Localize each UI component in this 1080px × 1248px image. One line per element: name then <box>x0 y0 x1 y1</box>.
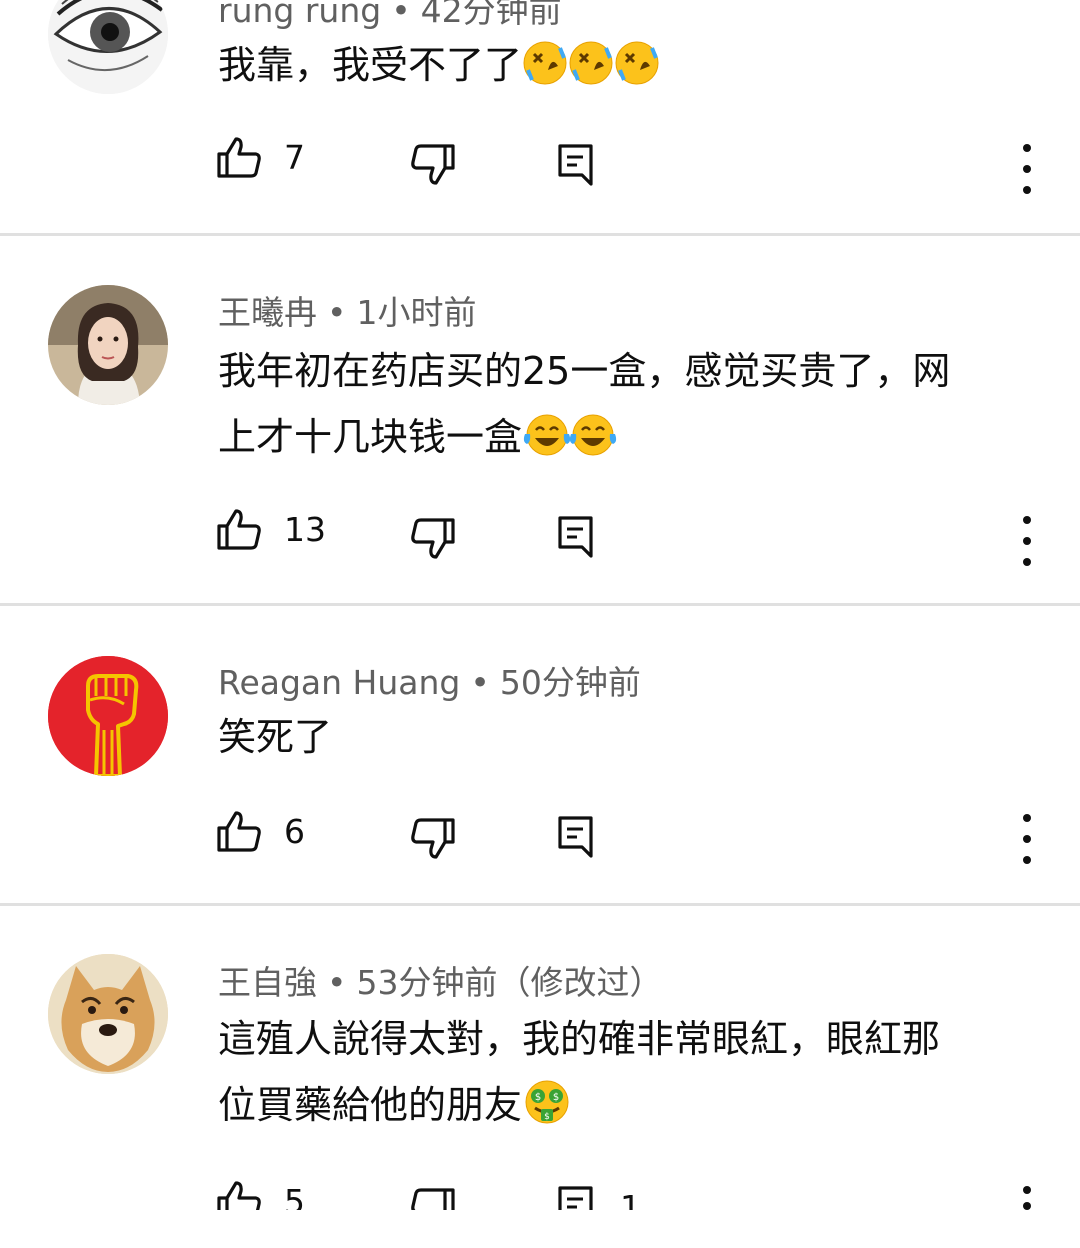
comment-time: 50分钟前 <box>499 663 641 702</box>
like-button[interactable]: 13 <box>216 508 326 550</box>
like-count: 6 <box>284 811 305 851</box>
thumbs-up-icon <box>217 811 261 852</box>
more-vert-icon[interactable] <box>1012 516 1042 566</box>
more-vert-icon[interactable] <box>1012 1186 1042 1210</box>
avatar[interactable] <box>48 0 168 94</box>
svg-text:$: $ <box>535 1092 541 1103</box>
comment-text-content: 笑死了 <box>218 715 333 759</box>
rolling-on-floor-laughing-icon <box>614 40 660 86</box>
comment-text-content: 位買藥給他的朋友 <box>218 1083 523 1127</box>
svg-text:$: $ <box>544 1112 550 1122</box>
comment-text-line: 上才十几块钱一盒 <box>218 404 1038 470</box>
comment-actions: 6 <box>0 806 1080 866</box>
comment-time: 1小时前 <box>356 293 477 332</box>
comment-item: 王曦冉 • 1小时前 我年初在药店买的25一盒，感觉买贵了，网 上才十几块钱一盒 1… <box>0 236 1080 606</box>
comment-text: 我年初在药店买的25一盒，感觉买贵了，网 上才十几块钱一盒 <box>218 338 1038 470</box>
comment-actions: 5 1 <box>0 1176 1080 1210</box>
comment-item: 王自強 • 53分钟前（修改过） 這殖人說得太對，我的確非常眼紅，眼紅那 位買藥給他… <box>0 906 1080 1248</box>
comment-text-line: 我年初在药店买的25一盒，感觉买贵了，网 <box>218 349 951 393</box>
like-button[interactable]: 7 <box>216 136 305 178</box>
dislike-button[interactable] <box>410 518 456 560</box>
comment-actions: 7 <box>0 132 1080 194</box>
separator-dot: • <box>470 663 490 702</box>
thumbs-up-icon <box>217 1181 261 1210</box>
comment-text-content: 我靠，我受不了了 <box>218 43 523 87</box>
comment-text-line: 這殖人說得太對，我的確非常眼紅，眼紅那 <box>218 1017 941 1061</box>
face-with-tears-of-joy-icon <box>568 412 617 458</box>
rolling-on-floor-laughing-icon <box>568 40 614 86</box>
comment-text: 這殖人說得太對，我的確非常眼紅，眼紅那 位買藥給他的朋友 $ $ $ <box>218 1006 1038 1138</box>
reply-count: 1 <box>620 1187 641 1211</box>
comment-author[interactable]: rung rung <box>218 0 381 30</box>
comment-item: Reagan Huang • 50分钟前 笑死了 6 <box>0 606 1080 906</box>
like-button[interactable]: 6 <box>216 810 305 852</box>
comment-time: 53分钟前（修改过） <box>356 963 663 1002</box>
comment-header: 王曦冉 • 1小时前 <box>218 286 476 334</box>
comment-actions: 13 <box>0 504 1080 566</box>
reply-button[interactable] <box>558 516 594 558</box>
comment-header: Reagan Huang • 50分钟前 <box>218 656 641 704</box>
comment-header: 王自強 • 53分钟前（修改过） <box>218 956 662 1004</box>
comment-text: 笑死了 <box>218 704 1038 770</box>
comment-text: 我靠，我受不了了 <box>218 32 1038 98</box>
like-count: 7 <box>284 137 305 177</box>
reply-icon <box>558 816 593 858</box>
face-with-tears-of-joy-icon <box>522 412 571 458</box>
reply-icon <box>558 1186 593 1210</box>
thumbs-down-icon <box>411 1188 455 1210</box>
thumbs-up-icon <box>217 509 261 550</box>
more-vert-icon[interactable] <box>1012 144 1042 194</box>
separator-dot: • <box>327 963 347 1002</box>
like-count: 5 <box>284 1181 305 1211</box>
reply-icon <box>558 516 593 558</box>
comment-author[interactable]: 王自強 <box>218 963 317 1002</box>
separator-dot: • <box>327 293 347 332</box>
comment-author[interactable]: 王曦冉 <box>218 293 317 332</box>
comment-time: 42分钟前 <box>420 0 562 30</box>
svg-text:$: $ <box>553 1092 559 1103</box>
reply-button[interactable] <box>558 816 594 858</box>
rolling-on-floor-laughing-icon <box>522 40 568 86</box>
avatar[interactable] <box>48 285 168 405</box>
thumbs-down-icon <box>411 144 455 185</box>
reply-button[interactable] <box>558 144 594 186</box>
dislike-button[interactable] <box>410 1188 456 1210</box>
comment-text-line: 位買藥給他的朋友 $ $ $ <box>218 1072 1038 1138</box>
like-count: 13 <box>284 509 326 549</box>
comment-text-content: 上才十几块钱一盒 <box>218 415 523 459</box>
comment-header: rung rung • 42分钟前 <box>218 0 562 32</box>
dislike-button[interactable] <box>410 144 456 186</box>
like-button[interactable]: 5 <box>216 1180 305 1210</box>
more-vert-icon[interactable] <box>1012 814 1042 864</box>
separator-dot: • <box>391 0 411 30</box>
reply-button[interactable]: 1 <box>558 1186 641 1210</box>
thumbs-down-icon <box>411 818 455 859</box>
money-mouth-face-icon: $ $ $ <box>522 1078 569 1124</box>
thumbs-down-icon <box>411 518 455 559</box>
avatar[interactable] <box>48 954 168 1074</box>
dislike-button[interactable] <box>410 818 456 860</box>
comment-author[interactable]: Reagan Huang <box>218 663 460 702</box>
avatar[interactable] <box>48 656 168 776</box>
thumbs-up-icon <box>217 137 261 178</box>
reply-icon <box>558 144 593 186</box>
comment-item: rung rung • 42分钟前 我靠，我受不了了 7 <box>0 0 1080 236</box>
